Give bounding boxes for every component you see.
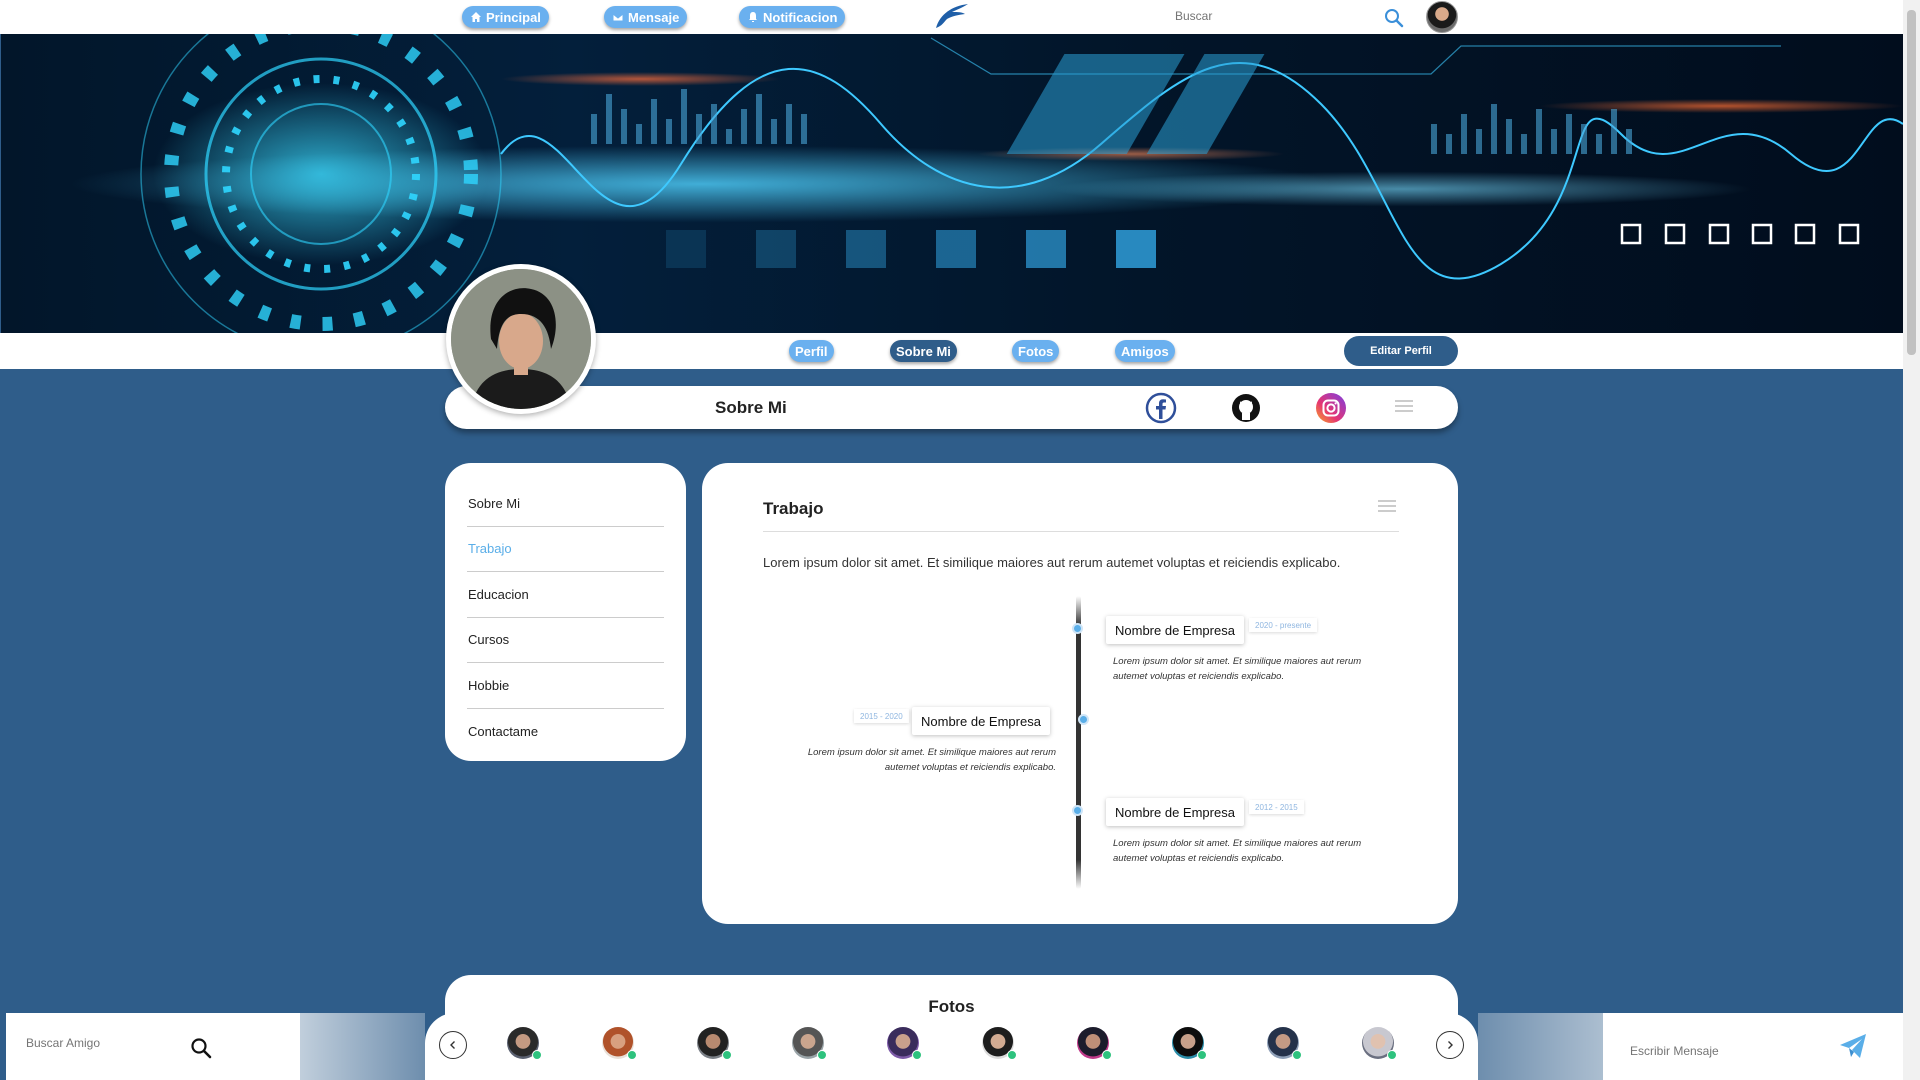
menu-item-hobbie[interactable]: Hobbie — [467, 663, 664, 709]
prev-friends-button[interactable] — [439, 1031, 467, 1059]
friend-avatar[interactable] — [887, 1027, 922, 1060]
online-friends-bar — [425, 1013, 1478, 1080]
tab-amigos[interactable]: Amigos — [1115, 340, 1175, 362]
friend-avatar[interactable] — [602, 1027, 637, 1060]
menu-item-cursos[interactable]: Cursos — [467, 618, 664, 663]
nav-mensaje-label: Mensaje — [628, 9, 680, 25]
online-indicator — [627, 1050, 637, 1060]
next-friends-button[interactable] — [1436, 1031, 1464, 1059]
friend-avatar[interactable] — [792, 1027, 827, 1060]
search-icon[interactable] — [190, 1037, 212, 1059]
menu-item-trabajo[interactable]: Trabajo — [467, 527, 664, 572]
friend-search-input[interactable] — [26, 1036, 176, 1050]
work-card: Trabajo Lorem ipsum dolor sit amet. Et s… — [702, 463, 1458, 924]
bell-icon — [749, 12, 757, 22]
user-avatar[interactable] — [1426, 1, 1458, 33]
tab-fotos[interactable]: Fotos — [1012, 340, 1060, 362]
online-indicator — [1292, 1050, 1302, 1060]
about-side-menu: Sobre Mi Trabajo Educacion Cursos Hobbie… — [445, 463, 686, 761]
timeline-dates: 2012 - 2015 — [1249, 800, 1304, 814]
online-indicator — [912, 1050, 922, 1060]
instagram-icon[interactable] — [1315, 392, 1347, 424]
nav-principal-button[interactable]: Principal — [462, 6, 549, 28]
nav-notificacion-button[interactable]: Notificacion — [739, 6, 846, 28]
page-scrollbar[interactable] — [1903, 0, 1920, 1080]
top-navbar: Principal Mensaje Notificacion — [0, 0, 1920, 34]
chevron-right-icon — [1448, 1041, 1453, 1049]
friend-avatar[interactable] — [1077, 1027, 1112, 1060]
friend-avatar[interactable] — [1172, 1027, 1207, 1060]
friend-search-panel — [6, 1013, 300, 1080]
tab-perfil[interactable]: Perfil — [789, 340, 834, 362]
cover-art — [140, 34, 1903, 333]
portrait-image — [451, 269, 591, 409]
bottom-spacer — [1478, 1013, 1603, 1080]
section-menu-icon[interactable] — [1395, 400, 1413, 412]
timeline-company: Nombre de Empresa — [1106, 798, 1244, 826]
profile-portrait — [451, 269, 591, 409]
nav-principal-label: Principal — [486, 9, 541, 25]
online-indicator — [1197, 1050, 1207, 1060]
timeline-dates: 2015 - 2020 — [854, 709, 909, 723]
timeline-dot — [1072, 805, 1083, 816]
message-panel — [1603, 1013, 1903, 1080]
scrollbar-thumb[interactable] — [1907, 10, 1916, 355]
cover-banner — [1, 34, 1903, 333]
github-icon[interactable] — [1230, 392, 1262, 424]
menu-item-educacion[interactable]: Educacion — [467, 572, 664, 618]
send-icon[interactable] — [1838, 1031, 1868, 1061]
card-menu-icon[interactable] — [1378, 500, 1396, 512]
mail-icon — [612, 13, 624, 22]
online-indicator — [817, 1050, 827, 1060]
home-icon — [471, 12, 481, 22]
online-indicator — [1007, 1050, 1017, 1060]
timeline-dot — [1078, 714, 1089, 725]
facebook-icon[interactable] — [1145, 392, 1177, 424]
timeline-axis — [1076, 596, 1081, 889]
chevron-left-icon — [450, 1041, 455, 1049]
online-indicator — [1102, 1050, 1112, 1060]
online-indicator — [1387, 1050, 1397, 1060]
timeline-description: Lorem ipsum dolor sit amet. Et similique… — [1113, 656, 1362, 682]
timeline-dates: 2020 - presente — [1249, 618, 1318, 632]
timeline-company: Nombre de Empresa — [912, 707, 1050, 735]
timeline-company: Nombre de Empresa — [1106, 616, 1244, 644]
menu-item-contactame[interactable]: Contactame — [467, 709, 664, 755]
online-indicator — [532, 1050, 542, 1060]
timeline-description: Lorem ipsum dolor sit amet. Et similique… — [807, 747, 1056, 773]
work-intro: Lorem ipsum dolor sit amet. Et similique… — [763, 555, 1341, 570]
edit-profile-button[interactable]: Editar Perfil — [1344, 336, 1458, 366]
work-title: Trabajo — [763, 499, 824, 518]
friend-avatar[interactable] — [1267, 1027, 1302, 1060]
top-search-input[interactable] — [1175, 4, 1415, 28]
nav-mensaje-button[interactable]: Mensaje — [604, 6, 688, 28]
bottom-spacer — [300, 1013, 425, 1080]
timeline-dot — [1072, 623, 1083, 634]
nav-notificacion-label: Notificacion — [763, 9, 838, 25]
friend-avatar[interactable] — [1362, 1027, 1397, 1060]
profile-picture[interactable] — [446, 264, 596, 414]
title-divider — [763, 531, 1399, 532]
friend-avatar[interactable] — [697, 1027, 732, 1060]
brand-logo[interactable] — [932, 2, 972, 32]
section-header-bar: Sobre Mi — [445, 386, 1458, 429]
online-indicator — [722, 1050, 732, 1060]
timeline-description: Lorem ipsum dolor sit amet. Et similique… — [1113, 838, 1362, 864]
friend-avatar[interactable] — [507, 1027, 542, 1060]
message-input[interactable] — [1630, 1044, 1810, 1058]
menu-item-sobre-mi[interactable]: Sobre Mi — [467, 481, 664, 527]
search-icon[interactable] — [1384, 8, 1404, 28]
friend-avatar[interactable] — [982, 1027, 1017, 1060]
tab-sobre-mi[interactable]: Sobre Mi — [890, 340, 957, 362]
section-title: Sobre Mi — [715, 398, 787, 417]
